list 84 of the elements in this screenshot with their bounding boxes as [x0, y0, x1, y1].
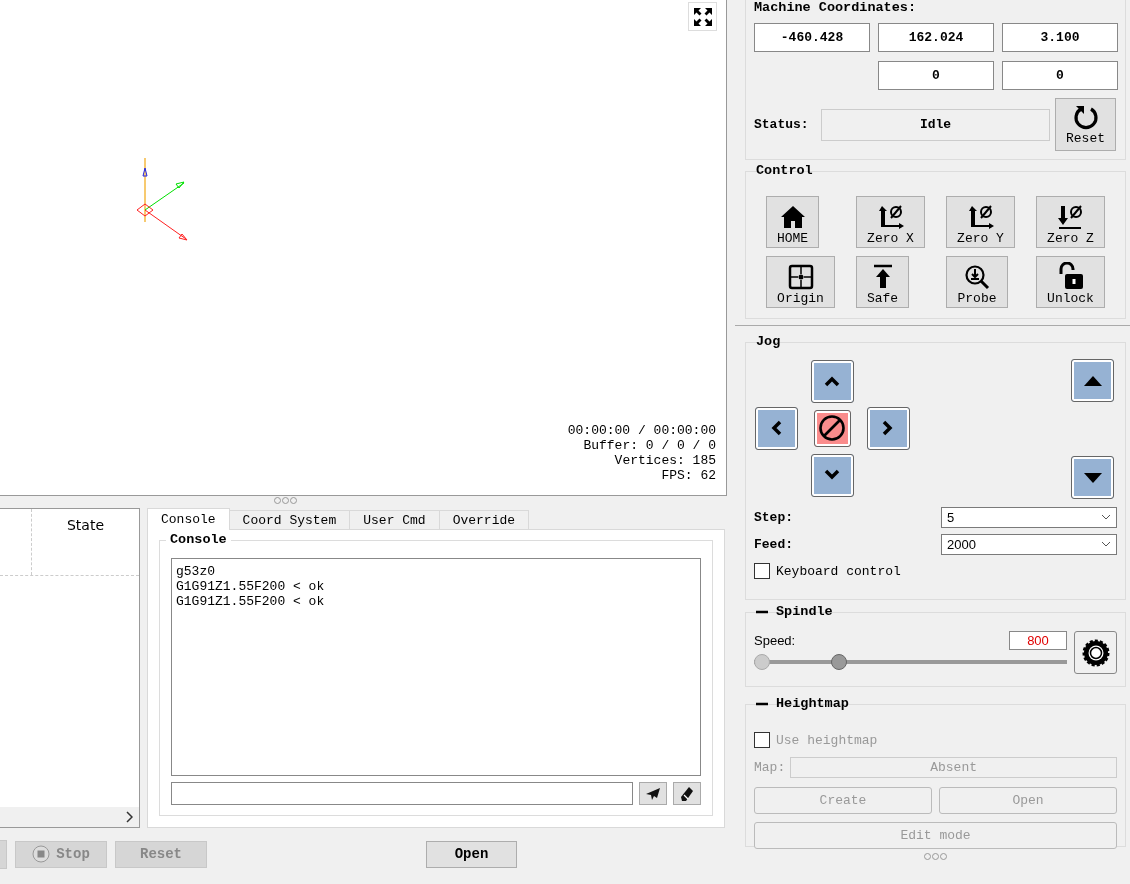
clear-button[interactable]	[673, 782, 701, 805]
step-label: Step:	[754, 509, 793, 525]
slider-handle[interactable]	[831, 654, 848, 670]
checkbox-label: Use heightmap	[776, 732, 878, 748]
vertices-readout: Vertices: 185	[614, 453, 716, 468]
tab[interactable]: Override	[438, 510, 530, 530]
horizontal-scrollbar[interactable]	[0, 807, 139, 827]
feed-dropdown[interactable]: 2000	[941, 533, 1117, 555]
control-button[interactable]: HOME	[766, 196, 819, 248]
jog-left-button[interactable]	[754, 406, 798, 450]
coordinate-field: 162.024	[878, 23, 994, 52]
checkbox-label: Keyboard control	[776, 563, 901, 579]
magnifier-icon	[964, 264, 990, 290]
status-label: Status:	[754, 117, 810, 132]
crosshair-square-icon	[787, 264, 814, 290]
jog-z-up-button[interactable]	[1071, 359, 1114, 402]
jog-stop-button[interactable]	[813, 409, 851, 447]
console-line: G1G91Z1.55F200 < ok	[176, 594, 326, 609]
jog-down-button[interactable]	[810, 453, 854, 497]
fullscreen-button[interactable]	[688, 2, 717, 31]
padlock-open-icon	[1057, 262, 1084, 290]
caret-icon	[1101, 541, 1111, 547]
group-title: Control	[755, 163, 814, 178]
console-line: g53z0	[176, 564, 216, 579]
console-line: G1G91Z1.55F200 < ok	[176, 579, 326, 594]
gear-icon	[1080, 637, 1111, 668]
jog-up-button[interactable]	[810, 359, 854, 403]
speed-field[interactable]: 800	[1009, 631, 1067, 650]
tab[interactable]: Console	[147, 508, 230, 530]
send-button[interactable]	[639, 782, 667, 805]
chevron-up-icon	[824, 375, 840, 387]
group-title: Jog	[755, 334, 782, 349]
group-title: Spindle	[752, 604, 837, 619]
map-field: Absent	[790, 757, 1117, 778]
checkbox[interactable]	[754, 563, 770, 579]
chevron-down-icon	[824, 469, 840, 481]
axis-zero-icon	[876, 204, 905, 230]
action-button[interactable]: Open	[426, 840, 517, 868]
stop-icon	[32, 845, 51, 863]
arrow-up-to-line-icon	[871, 264, 894, 290]
jog-z-down-button[interactable]	[1071, 456, 1114, 499]
control-button[interactable]: Safe	[856, 256, 909, 308]
chevron-right-icon	[882, 420, 894, 436]
chevron-right-icon	[125, 811, 133, 823]
time-readout: 00:00:00 / 00:00:00	[567, 423, 716, 438]
prohibited-icon	[818, 414, 846, 442]
caret-icon	[1101, 514, 1111, 520]
house-icon	[779, 204, 806, 230]
expand-icon	[692, 6, 713, 27]
buffer-readout: Buffer: 0 / 0 / 0	[583, 438, 716, 453]
reset-button[interactable]: Reset	[1055, 98, 1116, 151]
reload-icon	[1072, 103, 1099, 130]
speed-slider[interactable]	[754, 654, 1067, 670]
command-field[interactable]	[171, 782, 633, 805]
triangle-down-icon	[1083, 472, 1102, 483]
step-dropdown[interactable]: 5	[941, 506, 1117, 528]
paper-plane-icon	[645, 786, 661, 801]
feed-label: Feed:	[754, 536, 793, 552]
tab[interactable]: Coord System	[228, 510, 351, 530]
column-header[interactable]: State	[32, 509, 139, 575]
fps-readout: FPS: 62	[661, 468, 716, 483]
control-button[interactable]: Origin	[766, 256, 835, 308]
control-button[interactable]: Probe	[946, 256, 1008, 308]
jog-right-button[interactable]	[866, 406, 910, 450]
speed-label: Speed:	[754, 633, 796, 648]
triangle-up-icon	[1083, 375, 1102, 386]
coordinate-field: 0	[878, 61, 994, 90]
control-button[interactable]: Unlock	[1036, 256, 1105, 308]
eraser-icon	[680, 785, 694, 802]
control-button[interactable]: Zero Y	[946, 196, 1015, 248]
group-title: Heightmap	[752, 696, 853, 711]
axis-zero-icon	[966, 204, 995, 230]
chevron-left-icon	[770, 420, 782, 436]
status-field: Idle	[821, 108, 1050, 141]
coordinate-field: 3.100	[1002, 23, 1118, 52]
down-zero-icon	[1056, 204, 1085, 230]
control-button[interactable]: Zero X	[856, 196, 925, 248]
coordinate-field: 0	[1002, 61, 1118, 90]
map-label: Map:	[754, 760, 786, 775]
slider-min-handle[interactable]	[754, 654, 770, 670]
section-title: Machine Coordinates:	[754, 0, 918, 17]
control-button[interactable]: Zero Z	[1036, 196, 1105, 248]
spindle-button[interactable]	[1074, 631, 1117, 674]
coordinate-field: -460.428	[754, 23, 870, 52]
